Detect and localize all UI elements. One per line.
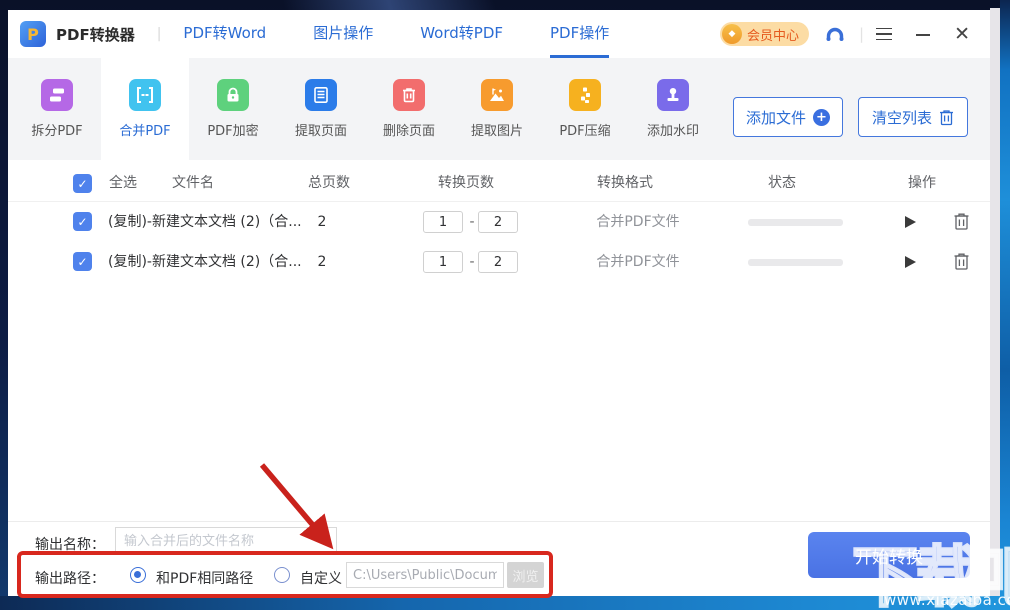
page-to-input[interactable] <box>478 211 518 233</box>
trash-outline-icon <box>940 109 953 125</box>
close-icon[interactable]: ✕ <box>954 24 970 44</box>
table-row: ✓ (复制)-新建文本文档 (2)（合... 2 - 合并PDF文件 <box>8 202 990 242</box>
compress-pdf-icon <box>569 79 601 111</box>
tool-split-pdf[interactable]: 拆分PDF <box>13 58 101 160</box>
header-total-pages: 总页数 <box>308 175 350 191</box>
extract-pages-icon <box>305 79 337 111</box>
controls-separator: | <box>859 25 865 43</box>
desktop-background: P PDF转换器 | PDF转Word 图片操作 Word转PDF PDF操作 … <box>0 0 1010 610</box>
row-convert-format: 合并PDF文件 <box>596 214 680 230</box>
add-files-button[interactable]: 添加文件 + <box>733 97 843 137</box>
progress-bar <box>748 219 843 226</box>
clear-list-button[interactable]: 清空列表 <box>858 97 968 137</box>
row-total-pages: 2 <box>317 214 327 230</box>
delete-pages-trash-icon <box>393 79 425 111</box>
app-title: PDF转换器 <box>56 25 135 44</box>
delete-row-trash-icon[interactable] <box>953 212 970 231</box>
select-all-checkbox[interactable]: ✓ <box>73 174 92 193</box>
page-from-input[interactable] <box>423 211 463 233</box>
member-center-badge[interactable]: ◆ 会员中心 <box>720 22 810 46</box>
output-name-label: 输出名称： <box>35 537 105 553</box>
start-convert-button[interactable]: 开始转换 <box>808 532 970 578</box>
output-name-input[interactable] <box>115 527 337 555</box>
app-window: P PDF转换器 | PDF转Word 图片操作 Word转PDF PDF操作 … <box>8 10 990 598</box>
row-total-pages: 2 <box>317 254 327 270</box>
split-pdf-icon <box>41 79 73 111</box>
output-path-input[interactable] <box>346 562 504 588</box>
row-checkbox[interactable]: ✓ <box>73 252 92 271</box>
tool-extract-images[interactable]: 提取图片 <box>453 58 541 160</box>
add-watermark-stamp-icon <box>657 79 689 111</box>
custom-path-label: 自定义 <box>300 571 342 587</box>
tool-delete-pages[interactable]: 删除页面 <box>365 58 453 160</box>
same-path-radio[interactable] <box>130 567 146 583</box>
tool-encrypt-pdf[interactable]: PDF加密 <box>189 58 277 160</box>
progress-bar <box>748 259 843 266</box>
merge-pdf-icon <box>129 79 161 111</box>
titlebar: P PDF转换器 | PDF转Word 图片操作 Word转PDF PDF操作 … <box>8 10 990 58</box>
lock-icon <box>217 79 249 111</box>
output-path-label: 输出路径： <box>35 571 105 587</box>
page-range-dash: - <box>469 214 475 230</box>
menu-hamburger-icon[interactable] <box>876 27 893 41</box>
tab-word-to-pdf[interactable]: Word转PDF <box>420 10 503 58</box>
page-to-input[interactable] <box>478 251 518 273</box>
row-checkbox[interactable]: ✓ <box>73 212 92 231</box>
plus-circle-icon: + <box>813 108 830 126</box>
bottom-divider <box>8 521 990 522</box>
wallpaper-bottom-band <box>0 596 1010 610</box>
wallpaper-blue-band <box>1000 0 1010 610</box>
header-filename: 文件名 <box>172 175 214 191</box>
tool-extract-pages[interactable]: 提取页面 <box>277 58 365 160</box>
tool-merge-pdf[interactable]: 合并PDF <box>101 58 189 160</box>
file-table-header: ✓ 全选 文件名 总页数 转换页数 转换格式 状态 操作 <box>8 165 990 202</box>
play-icon[interactable] <box>905 216 916 228</box>
header-actions: 操作 <box>908 175 936 191</box>
pdf-tools-toolbar: 拆分PDF 合并PDF PDF加密 提取页面 删除页面 提取图片 PDF压缩 添… <box>8 58 990 160</box>
tool-compress-pdf[interactable]: PDF压缩 <box>541 58 629 160</box>
header-select-all: 全选 <box>109 175 137 191</box>
delete-row-trash-icon[interactable] <box>953 252 970 271</box>
row-filename: (复制)-新建文本文档 (2)（合... <box>108 254 302 270</box>
same-path-label: 和PDF相同路径 <box>156 571 254 587</box>
title-separator: | <box>156 26 162 42</box>
vip-diamond-icon: ◆ <box>722 24 742 44</box>
tab-pdf-to-word[interactable]: PDF转Word <box>183 10 266 58</box>
tab-image-ops[interactable]: 图片操作 <box>313 10 373 58</box>
table-row: ✓ (复制)-新建文本文档 (2)（合... 2 - 合并PDF文件 <box>8 242 990 282</box>
extract-images-icon <box>481 79 513 111</box>
header-status: 状态 <box>768 175 796 191</box>
tool-add-watermark[interactable]: 添加水印 <box>629 58 717 160</box>
row-convert-format: 合并PDF文件 <box>596 254 680 270</box>
customer-service-headset-icon[interactable] <box>823 22 847 46</box>
header-format: 转换格式 <box>597 175 653 191</box>
play-icon[interactable] <box>905 256 916 268</box>
tab-pdf-ops[interactable]: PDF操作 <box>550 10 610 58</box>
row-filename: (复制)-新建文本文档 (2)（合... <box>108 214 302 230</box>
header-convert-pages: 转换页数 <box>438 175 494 191</box>
app-logo-icon: P <box>20 21 46 47</box>
minimize-icon[interactable] <box>916 34 931 36</box>
page-range-dash: - <box>469 254 475 270</box>
page-from-input[interactable] <box>423 251 463 273</box>
browse-button[interactable]: 浏览 <box>507 562 544 588</box>
custom-path-radio[interactable] <box>274 567 290 583</box>
